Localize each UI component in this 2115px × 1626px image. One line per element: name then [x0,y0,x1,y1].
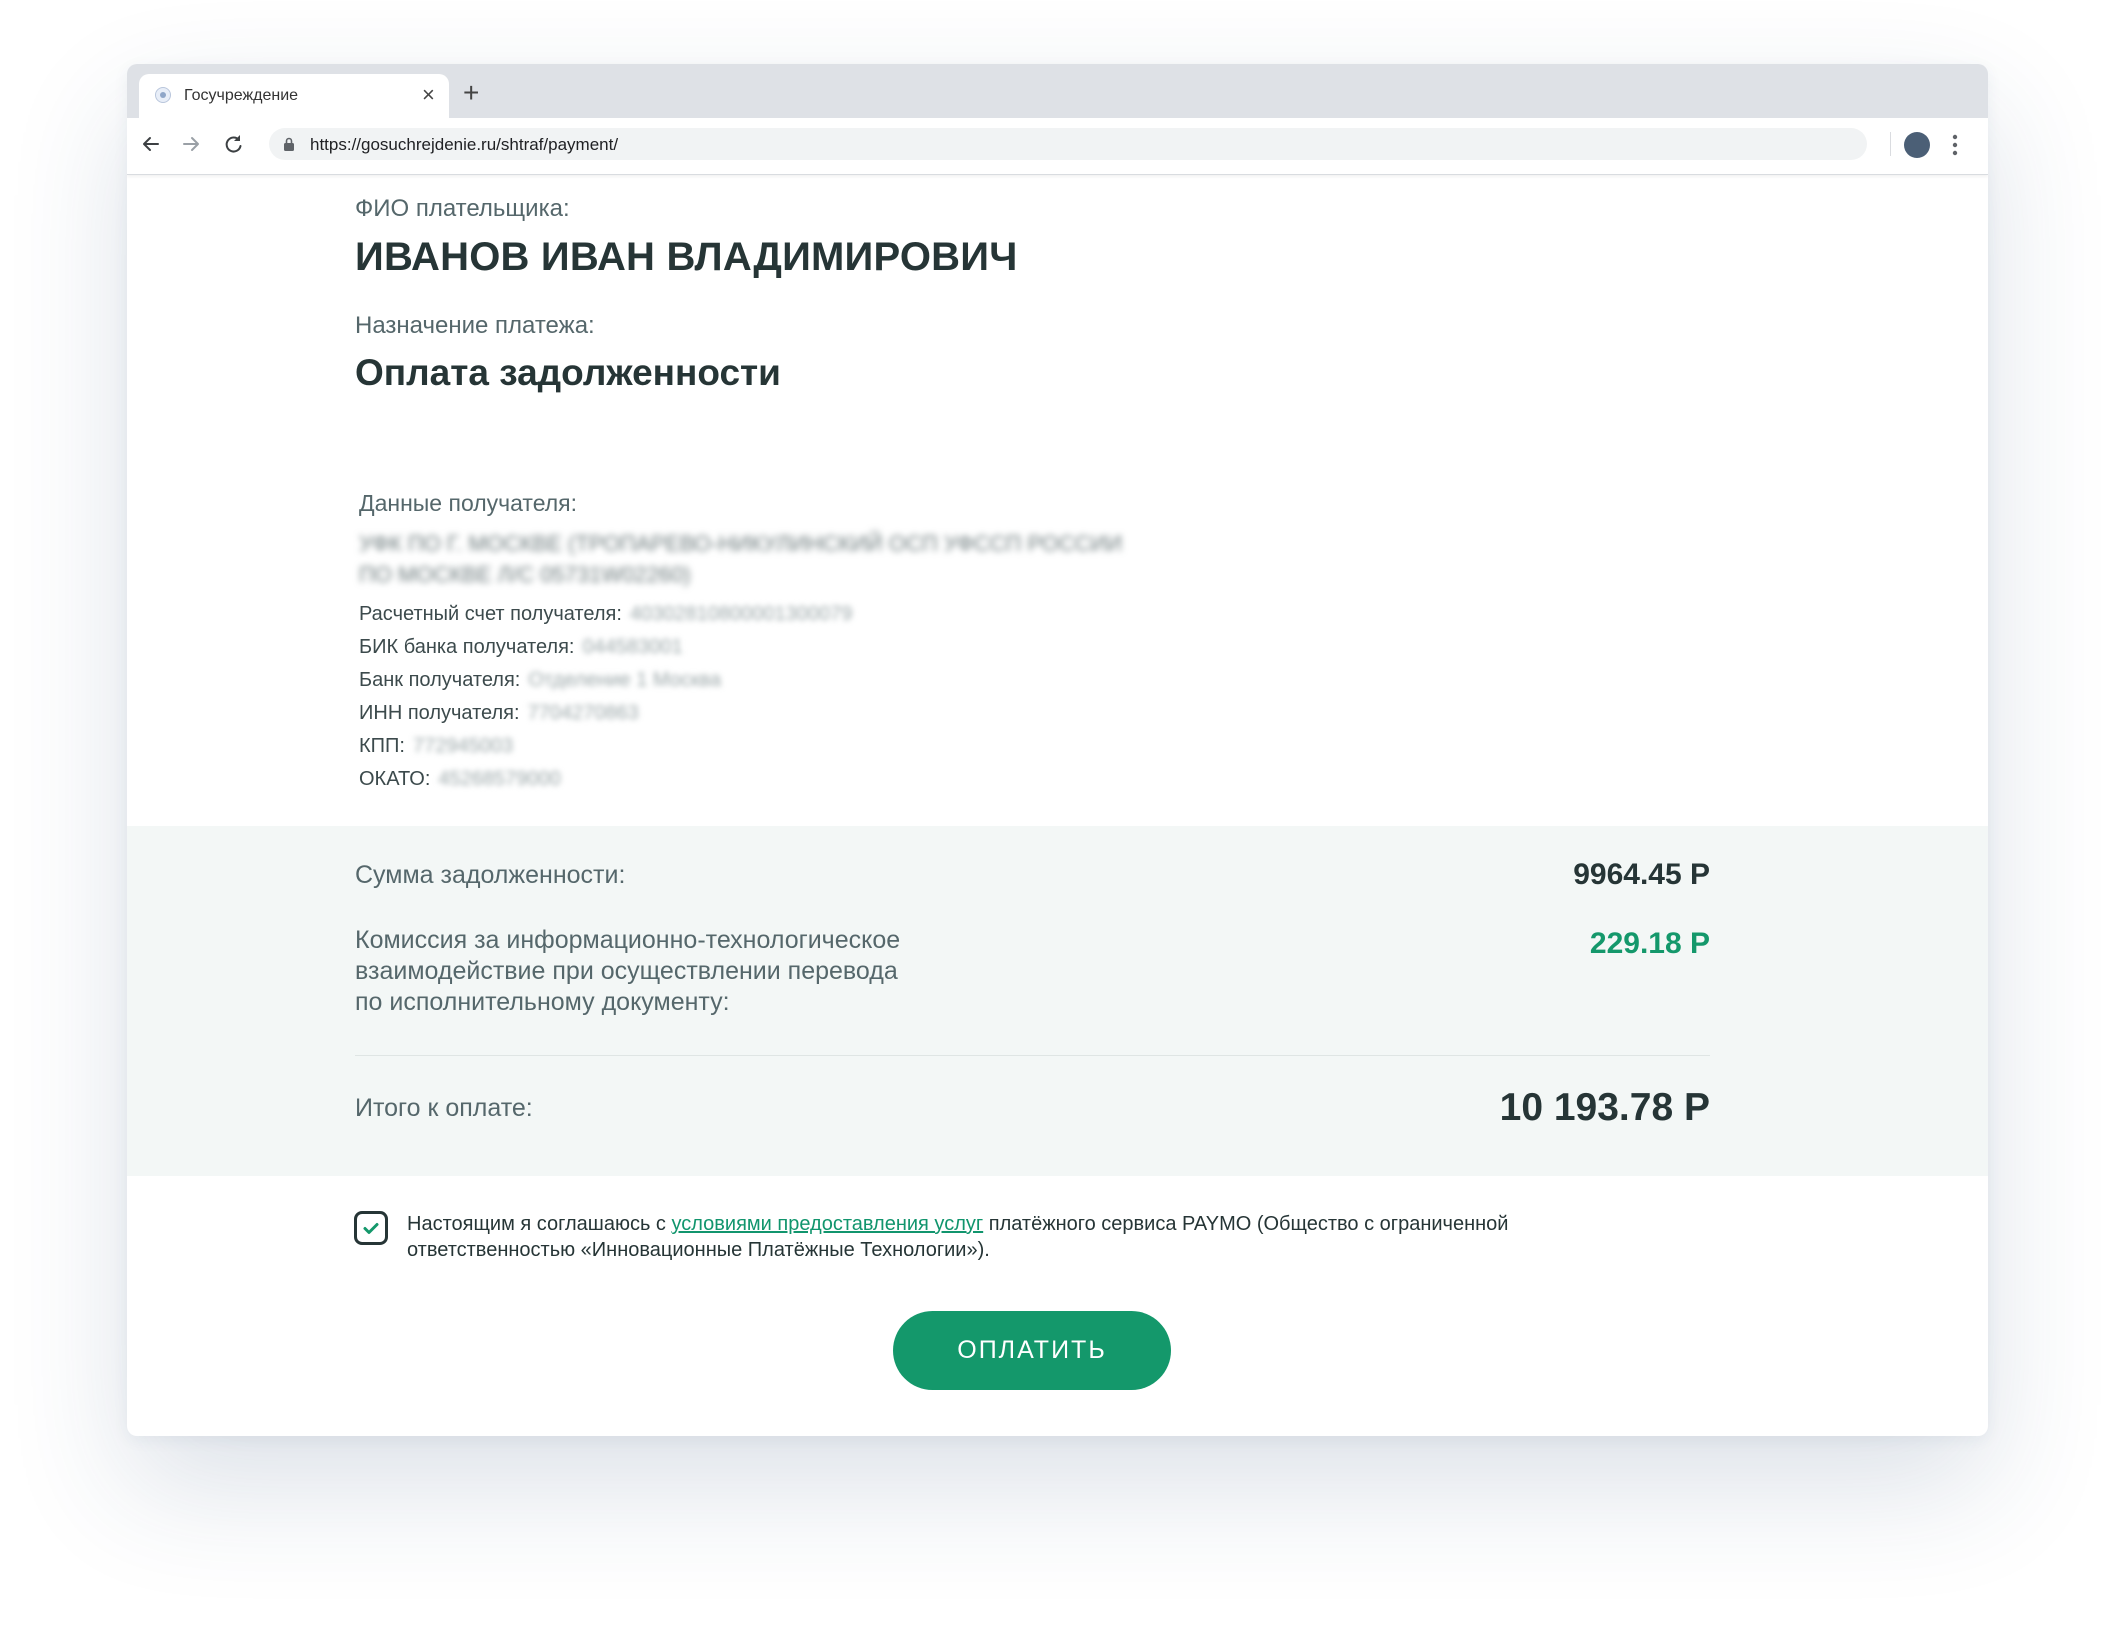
tab-title: Госучреждение [184,87,299,104]
field-label: ОКАТО: [359,768,431,790]
recipient-name-line: ПО МОСКВЕ Л/С 05731W02260) [359,562,691,587]
field-label: Банк получателя: [359,669,521,691]
field-value-blurred: 45268579000 [438,768,561,790]
recipient-field-inn: ИНН получателя: 7704270863 [359,702,639,725]
agreement-text: Настоящим я соглашаюсь с условиями предо… [407,1211,1607,1263]
commission-amount: 229.18 Р [1589,927,1710,960]
field-value-blurred: Отделение 1 Москва [528,669,722,691]
lock-icon [284,137,294,151]
agreement-checkbox[interactable] [354,1211,388,1245]
recipient-field-bik: БИК банка получателя: 044583001 [359,636,683,659]
field-value-blurred: 772945003 [412,735,514,757]
payer-label: ФИО плательщика: [355,195,570,222]
debt-amount: 9964.45 Р [1573,858,1710,891]
recipient-field-kpp: КПП: 772945003 [359,735,513,758]
recipient-name-line: УФК ПО Г. МОСКВЕ (ТРОПАРЕВО-НИКУЛИНСКИЙ … [359,531,1123,556]
profile-avatar[interactable] [1904,132,1930,158]
commission-label-line: по исполнительному документу: [355,988,730,1016]
recipient-field-okato: ОКАТО: 45268579000 [359,768,561,791]
commission-label: Комиссия за информационно-технологическо… [355,925,900,1018]
kebab-menu-icon[interactable] [1952,132,1958,158]
field-label: БИК банка получателя: [359,636,575,658]
pay-button[interactable]: ОПЛАТИТЬ [893,1311,1171,1390]
payment-page: ФИО плательщика: ИВАНОВ ИВАН ВЛАДИМИРОВИ… [127,175,1988,1436]
url-text: https://gosuchrejdenie.ru/shtraf/payment… [310,135,619,154]
field-value-blurred: 7704270863 [527,702,639,724]
toolbar-separator [1890,132,1891,156]
tab-close-icon[interactable]: × [422,82,435,108]
field-label: КПП: [359,735,405,757]
purpose-label: Назначение платежа: [355,312,595,339]
back-arrow-icon[interactable] [137,130,165,158]
agreement-text-before: Настоящим я соглашаюсь с [407,1213,672,1235]
recipient-field-bank: Банк получателя: Отделение 1 Москва [359,669,721,692]
total-amount: 10 193.78 Р [1499,1086,1710,1129]
terms-link[interactable]: условиями предоставления услуг [671,1213,983,1235]
summary-divider [355,1055,1710,1056]
commission-label-line: Комиссия за информационно-технологическо… [355,926,901,954]
field-value-blurred: 40302810800001300079 [629,603,853,625]
total-label: Итого к оплате: [355,1094,533,1122]
field-label: Расчетный счет получателя: [359,603,622,625]
address-toolbar: https://gosuchrejdenie.ru/shtraf/payment… [127,118,1988,175]
field-value-blurred: 044583001 [582,636,683,658]
debt-label: Сумма задолженности: [355,861,626,889]
reload-icon[interactable] [219,130,247,158]
payment-summary: Сумма задолженности: 9964.45 Р Комиссия … [127,826,1988,1176]
payer-name: ИВАНОВ ИВАН ВЛАДИМИРОВИЧ [355,235,1018,279]
tab-strip: Госучреждение × + [127,64,1988,118]
recipient-name-blurred: УФК ПО Г. МОСКВЕ (ТРОПАРЕВО-НИКУЛИНСКИЙ … [359,528,1259,590]
site-favicon-icon [155,87,171,103]
browser-window: Госучреждение × + https://gosuchrejdenie… [127,64,1988,1436]
recipient-field-account: Расчетный счет получателя: 40302810800001… [359,603,852,626]
purpose-value: Оплата задолженности [355,352,781,393]
browser-tab[interactable]: Госучреждение × [139,74,449,118]
address-bar[interactable]: https://gosuchrejdenie.ru/shtraf/payment… [269,128,1867,160]
recipient-title: Данные получателя: [359,490,577,516]
new-tab-icon[interactable]: + [463,79,479,107]
field-label: ИНН получателя: [359,702,520,724]
commission-label-line: взаимодействие при осуществлении перевод… [355,957,898,985]
checkmark-icon [363,1223,379,1234]
forward-arrow-icon[interactable] [177,130,205,158]
